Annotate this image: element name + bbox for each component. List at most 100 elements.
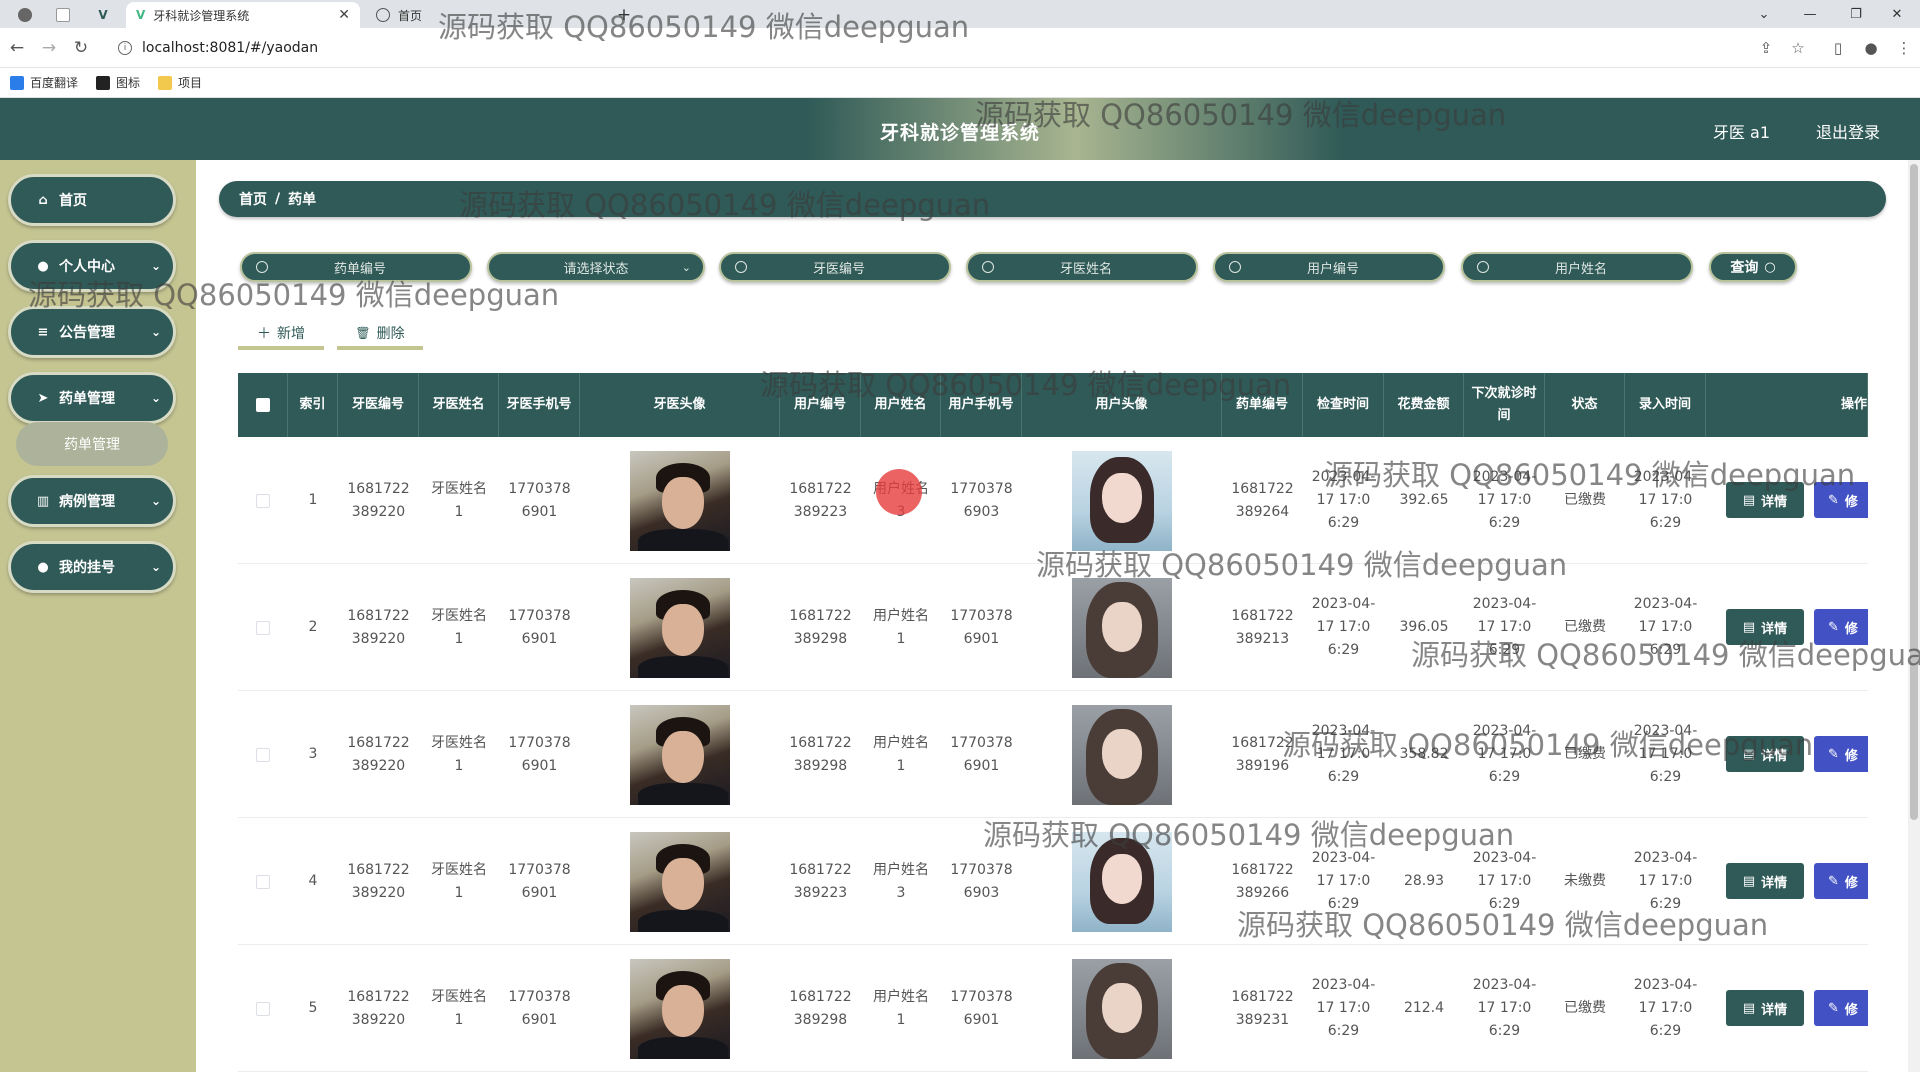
dentist-no-cell: 1681722389220 [347,861,410,901]
order-no-cell: 1681722389264 [1231,480,1294,520]
dentist-no-cell: 1681722389220 [347,734,410,774]
sidebar-item-announcements[interactable]: ≡ 公告管理 ⌄ [8,306,176,358]
user-avatar-cell [1022,691,1222,818]
minimize-button[interactable]: — [1787,0,1833,28]
dentist-avatar-cell [580,564,780,691]
menu-icon[interactable]: ⋮ [1893,37,1915,59]
globe-icon [376,8,390,22]
breadcrumb-separator: / [275,191,281,207]
detail-button[interactable]: ▤ 详情 [1726,863,1804,899]
dentist-avatar [630,704,730,805]
bookmarks-bar: 百度翻译 图标 项目 [0,68,1920,98]
bookmark-item[interactable]: 项目 [158,74,202,91]
browser-tab-icon[interactable] [48,2,78,28]
close-icon[interactable]: ✕ [338,7,350,23]
edit-button[interactable]: ✎ 修 [1814,609,1868,645]
search-user-name-input[interactable]: 用户姓名 [1461,252,1693,282]
browser-tab-icon[interactable] [10,2,40,28]
mouse-cursor-indicator [876,469,922,515]
row-actions [1706,437,1710,564]
sidepanel-icon[interactable]: ▯ [1827,37,1849,59]
bookmark-item[interactable]: 百度翻译 [10,74,78,91]
scrollbar-thumb[interactable] [1910,164,1918,820]
row-checkbox[interactable] [256,1001,270,1016]
sidebar-item-registrations[interactable]: ● 我的挂号 ⌄ [8,541,176,593]
next-visit-cell: 2023-04-17 17:06:29 [1472,723,1537,785]
edit-button[interactable]: ✎ 修 [1814,736,1868,772]
search-dentist-name-input[interactable]: 牙医姓名 [966,252,1198,282]
tab-search-icon[interactable]: ⌄ [1741,0,1787,28]
folder-icon [158,75,173,90]
sidebar-item-profile[interactable]: ● 个人中心 ⌄ [8,240,176,292]
share-icon[interactable]: ⇪ [1755,37,1777,59]
edit-button[interactable]: ✎ 修 [1814,863,1868,899]
logout-link[interactable]: 退出登录 [1816,119,1880,143]
back-icon[interactable]: ← [6,37,28,59]
status-select[interactable]: 请选择状态 ⌄ [487,252,705,282]
sidebar-subitem-prescriptions[interactable]: 药单管理 [16,422,168,466]
column-header: 用户姓名 [861,373,941,437]
app-title: 牙科就诊管理系统 [879,122,1040,144]
document-icon: ▤ [1742,1000,1756,1016]
search-dentist-no-input[interactable]: 牙医编号 [719,252,951,282]
search-icon [1229,261,1241,273]
user-avatar [1072,450,1172,551]
new-tab-button[interactable]: + [614,2,634,28]
row-checkbox[interactable] [256,493,270,508]
user-no-cell: 1681722389298 [789,988,852,1028]
dentist-avatar-cell [580,691,780,818]
translate-icon [10,75,24,90]
detail-label: 详情 [1761,494,1788,510]
bookmark-label: 图标 [116,76,141,90]
column-header: 下次就诊时间 [1464,373,1545,437]
check-time-cell: 2023-04-17 17:06:29 [1311,850,1376,912]
search-icon [1477,261,1489,273]
delete-button[interactable]: 🗑 删除 [337,318,423,348]
page-scrollbar[interactable] [1908,160,1920,1072]
edit-button[interactable]: ✎ 修 [1814,482,1868,518]
breadcrumb-home[interactable]: 首页 [239,189,267,209]
user-avatar-cell [1022,564,1222,691]
home-icon: ⌂ [38,192,48,208]
column-header: 花费金额 [1384,373,1464,437]
edit-label: 修 [1844,494,1858,510]
order-no-cell: 1681722389266 [1231,861,1294,901]
vue-tab-icon[interactable]: V [88,2,118,28]
search-user-no-input[interactable]: 用户编号 [1213,252,1445,282]
browser-tab[interactable]: 首页 [372,2,532,28]
select-all-checkbox[interactable] [238,373,288,437]
search-icon [735,261,747,273]
sidebar-item-home[interactable]: ⌂ 首页 [8,174,176,226]
row-checkbox[interactable] [256,620,270,635]
user-icon: ● [37,258,49,274]
edit-button[interactable]: ✎ 修 [1814,990,1868,1026]
row-checkbox-cell [238,818,288,945]
close-window-button[interactable]: ✕ [1874,0,1920,28]
checkbox[interactable] [255,398,270,412]
detail-button[interactable]: ▤ 详情 [1726,990,1804,1026]
detail-button[interactable]: ▤ 详情 [1726,609,1804,645]
sidebar-item-prescriptions[interactable]: ➤ 药单管理 ⌄ [8,372,176,424]
user-avatar [1072,958,1172,1059]
detail-button[interactable]: ▤ 详情 [1726,482,1804,518]
restore-button[interactable]: ❐ [1833,0,1879,28]
row-checkbox[interactable] [256,747,270,762]
reload-icon[interactable]: ↻ [70,37,92,59]
star-icon[interactable]: ☆ [1787,37,1809,59]
forward-icon[interactable]: → [38,37,60,59]
row-checkbox[interactable] [256,874,270,889]
column-header: 状态 [1545,373,1625,437]
next-visit-cell: 2023-04-17 17:06:29 [1472,469,1537,531]
info-icon[interactable]: i [118,41,132,55]
add-button[interactable]: ＋ 新增 [238,318,324,348]
bookmark-item[interactable]: 图标 [96,74,140,91]
profile-icon[interactable]: ● [1860,37,1882,59]
url-field[interactable]: i localhost:8081/#/yaodan [108,33,1738,63]
detail-button[interactable]: ▤ 详情 [1726,736,1804,772]
created-cell: 2023-04-17 17:06:29 [1633,977,1698,1039]
search-order-no-input[interactable]: 药单编号 [240,252,472,282]
sidebar-item-cases[interactable]: ▥ 病例管理 ⌄ [8,475,176,527]
browser-tab-title: 首页 [398,8,423,23]
browser-tab-active[interactable]: V 牙科就诊管理系统 ✕ [126,2,360,28]
query-button[interactable]: 查询 ○ [1709,252,1797,282]
